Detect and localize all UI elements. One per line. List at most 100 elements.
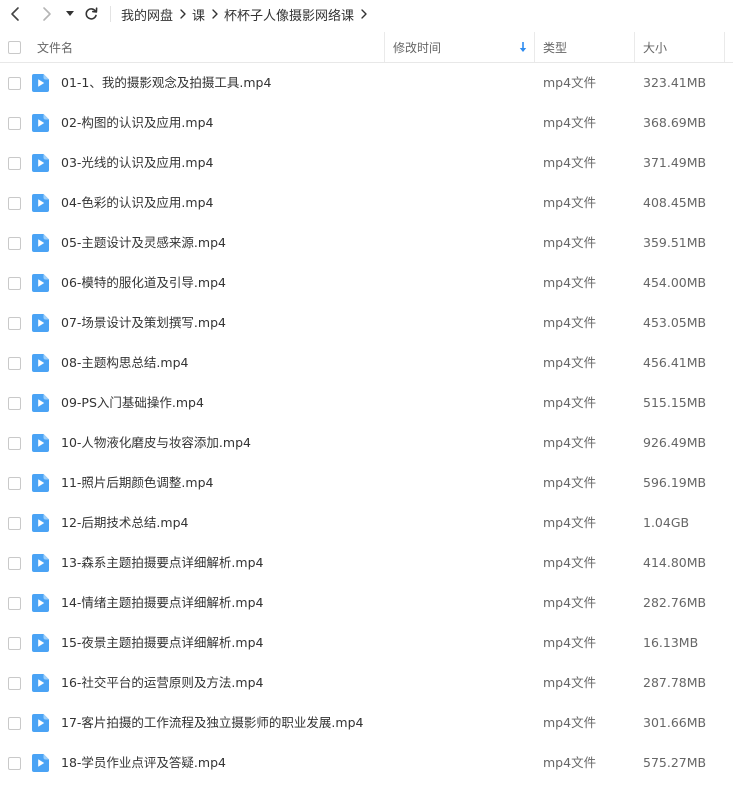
file-type: mp4文件 — [543, 315, 597, 330]
row-checkbox[interactable] — [8, 397, 21, 410]
forward-button[interactable] — [34, 0, 60, 28]
file-row[interactable]: 06-模特的服化道及引导.mp4 mp4文件 454.00MB — [0, 263, 733, 303]
file-name[interactable]: 14-情绪主题拍摄要点详细解析.mp4 — [61, 583, 263, 623]
video-file-icon — [32, 74, 49, 92]
file-size: 287.78MB — [643, 675, 707, 690]
column-header-size[interactable]: 大小 — [643, 31, 667, 63]
file-row[interactable]: 17-客片拍摄的工作流程及独立摄影师的职业发展.mp4 mp4文件 301.66… — [0, 703, 733, 743]
row-checkbox[interactable] — [8, 677, 21, 690]
file-name[interactable]: 12-后期技术总结.mp4 — [61, 503, 188, 543]
row-checkbox[interactable] — [8, 237, 21, 250]
file-row[interactable]: 18-学员作业点评及答疑.mp4 mp4文件 575.27MB — [0, 743, 733, 783]
breadcrumb-item-root[interactable]: 我的网盘 — [121, 5, 173, 24]
row-checkbox[interactable] — [8, 477, 21, 490]
file-row[interactable]: 08-主题构思总结.mp4 mp4文件 456.41MB — [0, 343, 733, 383]
file-row[interactable]: 15-夜景主题拍摄要点详细解析.mp4 mp4文件 16.13MB — [0, 623, 733, 663]
row-checkbox[interactable] — [8, 717, 21, 730]
row-checkbox[interactable] — [8, 277, 21, 290]
file-name[interactable]: 06-模特的服化道及引导.mp4 — [61, 263, 226, 303]
file-row[interactable]: 03-光线的认识及应用.mp4 mp4文件 371.49MB — [0, 143, 733, 183]
file-size: 456.41MB — [643, 355, 707, 370]
column-header-type[interactable]: 类型 — [543, 31, 567, 63]
file-size: 371.49MB — [643, 155, 707, 170]
row-checkbox[interactable] — [8, 437, 21, 450]
file-size: 414.80MB — [643, 555, 707, 570]
video-file-icon — [32, 634, 49, 652]
file-type: mp4文件 — [543, 595, 597, 610]
file-name[interactable]: 15-夜景主题拍摄要点详细解析.mp4 — [61, 623, 263, 663]
file-name[interactable]: 10-人物液化磨皮与妆容添加.mp4 — [61, 423, 251, 463]
row-checkbox[interactable] — [8, 757, 21, 770]
video-file-icon — [32, 354, 49, 372]
file-type: mp4文件 — [543, 555, 597, 570]
breadcrumb-item-folder[interactable]: 课 — [192, 5, 205, 24]
file-name[interactable]: 17-客片拍摄的工作流程及独立摄影师的职业发展.mp4 — [61, 703, 363, 743]
file-name[interactable]: 13-森系主题拍摄要点详细解析.mp4 — [61, 543, 263, 583]
breadcrumb-item-current[interactable]: 杯杯子人像摄影网络课 — [224, 5, 354, 24]
file-name[interactable]: 08-主题构思总结.mp4 — [61, 343, 188, 383]
video-file-icon — [32, 514, 49, 532]
file-name[interactable]: 04-色彩的认识及应用.mp4 — [61, 183, 213, 223]
row-checkbox[interactable] — [8, 117, 21, 130]
history-dropdown-button[interactable] — [62, 0, 78, 28]
file-type: mp4文件 — [543, 355, 597, 370]
file-name[interactable]: 02-构图的认识及应用.mp4 — [61, 103, 213, 143]
file-row[interactable]: 05-主题设计及灵感来源.mp4 mp4文件 359.51MB — [0, 223, 733, 263]
file-name[interactable]: 18-学员作业点评及答疑.mp4 — [61, 743, 226, 783]
column-divider — [384, 32, 385, 62]
file-name[interactable]: 01-1、我的摄影观念及拍摄工具.mp4 — [61, 63, 271, 103]
video-file-icon — [32, 194, 49, 212]
row-checkbox[interactable] — [8, 517, 21, 530]
row-checkbox[interactable] — [8, 557, 21, 570]
file-name[interactable]: 11-照片后期颜色调整.mp4 — [61, 463, 213, 503]
file-type: mp4文件 — [543, 675, 597, 690]
row-checkbox[interactable] — [8, 597, 21, 610]
file-size: 454.00MB — [643, 275, 707, 290]
row-checkbox[interactable] — [8, 77, 21, 90]
file-row[interactable]: 07-场景设计及策划撰写.mp4 mp4文件 453.05MB — [0, 303, 733, 343]
file-row[interactable]: 13-森系主题拍摄要点详细解析.mp4 mp4文件 414.80MB — [0, 543, 733, 583]
row-checkbox[interactable] — [8, 197, 21, 210]
file-size: 575.27MB — [643, 755, 707, 770]
back-button[interactable] — [2, 0, 28, 28]
file-name[interactable]: 07-场景设计及策划撰写.mp4 — [61, 303, 226, 343]
file-name[interactable]: 03-光线的认识及应用.mp4 — [61, 143, 213, 183]
video-file-icon — [32, 114, 49, 132]
file-name[interactable]: 16-社交平台的运营原则及方法.mp4 — [61, 663, 263, 703]
sort-desc-button[interactable] — [519, 31, 527, 63]
file-row[interactable]: 12-后期技术总结.mp4 mp4文件 1.04GB — [0, 503, 733, 543]
file-name[interactable]: 09-PS入门基础操作.mp4 — [61, 383, 204, 423]
row-checkbox[interactable] — [8, 157, 21, 170]
video-file-icon — [32, 474, 49, 492]
column-header-modified[interactable]: 修改时间 — [393, 31, 441, 63]
file-list: 01-1、我的摄影观念及拍摄工具.mp4 mp4文件 323.41MB 02-构… — [0, 63, 733, 783]
file-row[interactable]: 10-人物液化磨皮与妆容添加.mp4 mp4文件 926.49MB — [0, 423, 733, 463]
file-name[interactable]: 05-主题设计及灵感来源.mp4 — [61, 223, 226, 263]
row-checkbox[interactable] — [8, 637, 21, 650]
chevron-left-icon — [11, 7, 19, 21]
file-type: mp4文件 — [543, 275, 597, 290]
file-row[interactable]: 04-色彩的认识及应用.mp4 mp4文件 408.45MB — [0, 183, 733, 223]
file-type: mp4文件 — [543, 75, 597, 90]
video-file-icon — [32, 154, 49, 172]
breadcrumb-chevron-icon — [180, 9, 186, 19]
file-type: mp4文件 — [543, 515, 597, 530]
row-checkbox[interactable] — [8, 357, 21, 370]
file-row[interactable]: 16-社交平台的运营原则及方法.mp4 mp4文件 287.78MB — [0, 663, 733, 703]
video-file-icon — [32, 394, 49, 412]
toolbar: 我的网盘 课 杯杯子人像摄影网络课 — [0, 0, 733, 28]
file-row[interactable]: 14-情绪主题拍摄要点详细解析.mp4 mp4文件 282.76MB — [0, 583, 733, 623]
caret-down-icon — [66, 11, 74, 16]
column-header-name[interactable]: 文件名 — [37, 31, 73, 63]
file-row[interactable]: 02-构图的认识及应用.mp4 mp4文件 368.69MB — [0, 103, 733, 143]
file-type: mp4文件 — [543, 755, 597, 770]
file-size: 282.76MB — [643, 595, 707, 610]
refresh-button[interactable] — [80, 0, 102, 28]
file-row[interactable]: 09-PS入门基础操作.mp4 mp4文件 515.15MB — [0, 383, 733, 423]
arrow-down-icon — [519, 41, 527, 52]
file-row[interactable]: 11-照片后期颜色调整.mp4 mp4文件 596.19MB — [0, 463, 733, 503]
row-checkbox[interactable] — [8, 317, 21, 330]
file-row[interactable]: 01-1、我的摄影观念及拍摄工具.mp4 mp4文件 323.41MB — [0, 63, 733, 103]
select-all-checkbox[interactable] — [8, 31, 21, 63]
breadcrumb: 我的网盘 课 杯杯子人像摄影网络课 — [121, 0, 373, 28]
